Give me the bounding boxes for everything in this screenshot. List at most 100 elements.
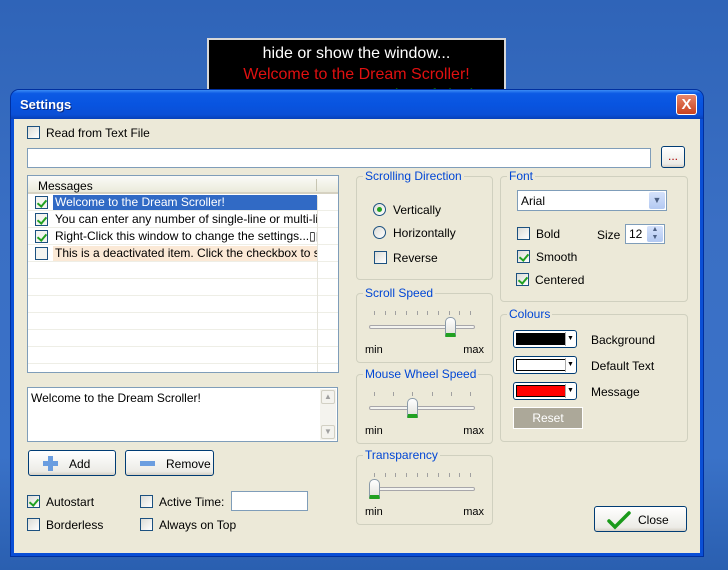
reverse-checkbox[interactable]	[374, 251, 387, 264]
active-time-input[interactable]	[231, 491, 308, 511]
slider-track[interactable]	[369, 487, 475, 491]
close-window-button[interactable]: X	[676, 94, 697, 115]
slider-tick	[416, 311, 418, 315]
background-colour-picker[interactable]: ▼	[513, 330, 577, 348]
smooth-label[interactable]: Smooth	[536, 250, 577, 264]
close-button-label: Close	[638, 513, 669, 527]
smooth-checkbox[interactable]	[517, 250, 530, 263]
slider-tick	[427, 473, 429, 477]
message-colour-picker[interactable]: ▼	[513, 382, 577, 400]
slider-tick	[450, 392, 452, 396]
active-time-checkbox[interactable]	[140, 495, 153, 508]
scroll-speed-max-label: max	[463, 344, 484, 356]
slider-tick	[470, 311, 471, 315]
autostart-label[interactable]: Autostart	[46, 495, 94, 509]
slider-tick	[416, 473, 418, 477]
list-item[interactable]: Right-Click this window to change the se…	[28, 228, 338, 245]
colours-group: Colours ▼ Background ▼ Default Text ▼ Me…	[500, 307, 688, 442]
slider-tick	[459, 473, 461, 477]
title-bar[interactable]: Settings X	[11, 90, 703, 119]
transparency-slider[interactable]	[369, 470, 475, 500]
item-checkbox[interactable]	[35, 247, 48, 260]
empty-row	[28, 347, 338, 364]
editor-scrollbar[interactable]: ▲ ▼	[320, 389, 336, 440]
always-on-top-label[interactable]: Always on Top	[159, 518, 236, 532]
font-family-dropdown[interactable]: Arial ▼	[517, 190, 667, 211]
empty-row	[28, 279, 338, 296]
item-text[interactable]: Welcome to the Dream Scroller!	[53, 195, 317, 210]
autostart-checkbox[interactable]	[27, 495, 40, 508]
centered-label[interactable]: Centered	[535, 273, 584, 287]
messages-list[interactable]: Messages Welcome to the Dream Scroller! …	[27, 175, 339, 373]
remove-button[interactable]: Remove	[125, 450, 214, 476]
slider-thumb[interactable]	[407, 398, 418, 418]
slider-tick	[412, 392, 414, 396]
slider-tick	[395, 311, 397, 315]
list-item[interactable]: Welcome to the Dream Scroller!	[28, 194, 338, 211]
file-path-input[interactable]	[27, 148, 651, 168]
reset-button[interactable]: Reset	[513, 407, 583, 429]
add-button[interactable]: Add	[28, 450, 116, 476]
item-text[interactable]: This is a deactivated item. Click the ch…	[53, 246, 317, 261]
chevron-down-icon[interactable]: ▼	[649, 192, 665, 209]
slider-tick	[406, 311, 407, 315]
slider-thumb[interactable]	[369, 479, 380, 499]
reverse-label[interactable]: Reverse	[393, 251, 438, 265]
scroll-up-icon[interactable]: ▲	[321, 390, 335, 404]
item-text[interactable]: You can enter any number of single-line …	[53, 212, 317, 227]
colours-title: Colours	[507, 307, 553, 321]
size-label: Size	[597, 228, 621, 242]
default-text-colour-picker[interactable]: ▼	[513, 356, 577, 374]
window-title: Settings	[20, 97, 72, 112]
font-group: Font Arial ▼ Bold Size 12 ▲ ▼ Smooth Cent…	[500, 169, 688, 302]
mouse-wheel-speed-min-label: min	[365, 425, 383, 437]
centered-checkbox[interactable]	[516, 273, 529, 286]
empty-row	[28, 296, 338, 313]
slider-tick	[384, 473, 386, 477]
scroll-speed-slider[interactable]	[369, 308, 475, 338]
item-checkbox[interactable]	[35, 213, 48, 226]
message-editor-text: Welcome to the Dream Scroller!	[31, 391, 201, 405]
active-time-label[interactable]: Active Time:	[159, 495, 224, 509]
mouse-wheel-speed-slider[interactable]	[369, 389, 475, 419]
slider-track[interactable]	[369, 325, 475, 329]
read-from-text-file-label[interactable]: Read from Text File	[46, 126, 150, 140]
borderless-checkbox[interactable]	[27, 518, 40, 531]
horizontally-label[interactable]: Horizontally	[393, 226, 456, 240]
font-size-spinner[interactable]: 12 ▲ ▼	[625, 224, 665, 244]
transparency-title: Transparency	[363, 448, 440, 462]
slider-tick	[395, 473, 397, 477]
message-editor[interactable]: Welcome to the Dream Scroller! ▲ ▼	[27, 387, 338, 442]
item-checkbox[interactable]	[35, 230, 48, 243]
column-separator[interactable]	[316, 179, 317, 191]
slider-thumb[interactable]	[445, 317, 456, 337]
list-item[interactable]: You can enter any number of single-line …	[28, 211, 338, 228]
vertically-label[interactable]: Vertically	[393, 203, 441, 217]
read-from-text-file-checkbox[interactable]	[27, 126, 40, 139]
vertically-radio[interactable]	[373, 203, 386, 216]
remove-button-label: Remove	[166, 457, 211, 471]
scroll-down-icon[interactable]: ▼	[321, 425, 335, 439]
item-checkbox[interactable]	[35, 196, 48, 209]
scroller-line: Welcome to the Dream Scroller!	[243, 66, 470, 83]
bold-label[interactable]: Bold	[536, 227, 560, 241]
scroll-speed-group: Scroll Speed min max	[356, 286, 493, 363]
item-text[interactable]: Right-Click this window to change the se…	[53, 229, 317, 244]
borderless-label[interactable]: Borderless	[46, 518, 103, 532]
always-on-top-checkbox[interactable]	[140, 518, 153, 531]
slider-tick	[459, 311, 461, 315]
messages-column-header[interactable]: Messages	[28, 176, 338, 194]
column-divider	[317, 196, 318, 372]
slider-tick	[427, 311, 429, 315]
spin-up-down-icon[interactable]: ▲ ▼	[647, 226, 663, 242]
bold-checkbox[interactable]	[517, 227, 530, 240]
plus-icon	[43, 456, 58, 471]
slider-track[interactable]	[369, 406, 475, 410]
dropdown-arrow-icon: ▼	[565, 358, 575, 372]
list-item[interactable]: This is a deactivated item. Click the ch…	[28, 245, 338, 262]
browse-button[interactable]: ...	[661, 146, 685, 168]
horizontally-radio[interactable]	[373, 226, 386, 239]
close-button[interactable]: Close	[594, 506, 687, 532]
empty-row	[28, 262, 338, 279]
slider-tick	[448, 311, 450, 315]
